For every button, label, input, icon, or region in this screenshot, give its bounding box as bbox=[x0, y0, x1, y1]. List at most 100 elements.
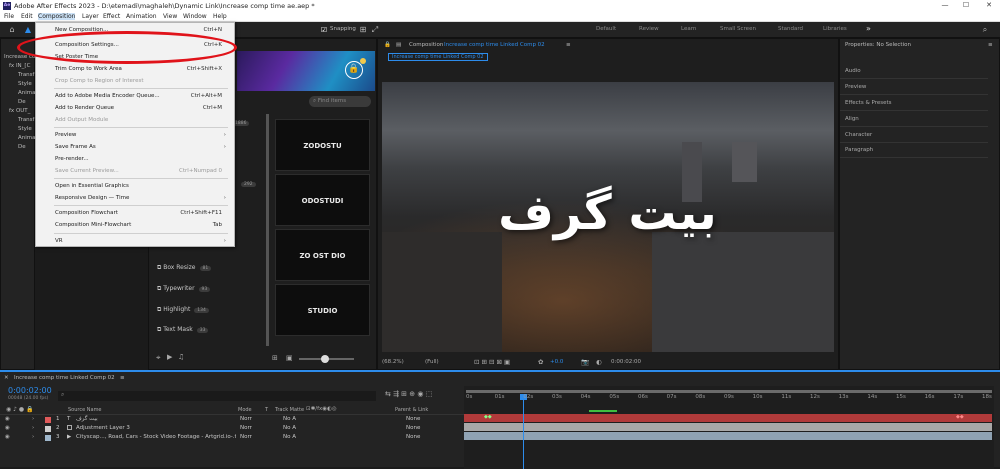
menu-help[interactable]: Help bbox=[213, 13, 227, 20]
menu-layer[interactable]: Layer bbox=[82, 13, 99, 20]
home-icon[interactable]: ⌂ bbox=[7, 25, 17, 35]
expand-icon[interactable]: › bbox=[32, 425, 34, 431]
timeline-tab[interactable]: Increase comp time Linked Comp 02 bbox=[14, 375, 115, 381]
grid-icon[interactable]: ⊞ bbox=[272, 354, 278, 362]
layer-name[interactable]: بیت گرف bbox=[76, 416, 98, 422]
menu-item-vr[interactable]: VR › bbox=[55, 236, 226, 247]
layer-track-matte[interactable]: No A bbox=[283, 425, 296, 431]
eye-icon[interactable]: ◉ bbox=[5, 425, 10, 431]
section-audio[interactable]: Audio bbox=[840, 64, 988, 79]
find-items-input[interactable]: ⌕ Find items bbox=[309, 96, 371, 107]
effect-text-mask[interactable]: ⧉ Text Mask 33 bbox=[157, 326, 209, 334]
exposure-value[interactable]: +0.0 bbox=[550, 359, 563, 365]
composition-name[interactable]: Increase comp time Linked Comp 02 bbox=[444, 42, 545, 48]
project-row[interactable]: Style bbox=[18, 126, 32, 132]
show-snapshot-icon[interactable]: ◐ bbox=[596, 358, 602, 366]
current-time-indicator[interactable] bbox=[523, 394, 524, 469]
menu-animation[interactable]: Animation bbox=[126, 13, 157, 20]
project-row[interactable]: De bbox=[18, 99, 26, 105]
selection-tool-icon[interactable]: ▲ bbox=[23, 25, 33, 35]
project-row[interactable]: Transf bbox=[18, 117, 34, 123]
panel-menu-icon[interactable]: ≡ bbox=[566, 42, 571, 48]
music-icon[interactable]: ♫ bbox=[178, 353, 184, 361]
scrollbar[interactable] bbox=[266, 114, 269, 346]
col-track-matte[interactable]: Track Matte bbox=[275, 407, 304, 413]
menu-item-responsive-design-time[interactable]: Responsive Design — Time › bbox=[55, 193, 226, 204]
effect-box-resize[interactable]: ⧉ Box Resize 81 bbox=[157, 264, 212, 272]
workspace-libraries[interactable]: Libraries bbox=[823, 26, 847, 32]
work-area-bar[interactable] bbox=[466, 390, 992, 393]
workspace-learn[interactable]: Learn bbox=[681, 26, 696, 32]
section-effects-presets[interactable]: Effects & Presets bbox=[840, 96, 988, 111]
snapshot-icon[interactable]: 📷 bbox=[581, 358, 589, 366]
workspace-small-screen[interactable]: Small Screen bbox=[720, 26, 756, 32]
workspace-review[interactable]: Review bbox=[639, 26, 659, 32]
image-icon[interactable]: ▣ bbox=[286, 354, 293, 362]
workspace-default[interactable]: Default bbox=[596, 26, 616, 32]
workspace-standard[interactable]: Standard bbox=[778, 26, 803, 32]
section-align[interactable]: Align bbox=[840, 112, 988, 127]
layer-track-matte[interactable]: No A bbox=[283, 416, 296, 422]
effect-highlight[interactable]: ⧉ Highlight 134 bbox=[157, 306, 209, 314]
maximize-button[interactable]: ☐ bbox=[959, 1, 973, 11]
layer-mode[interactable]: Norr bbox=[240, 425, 252, 431]
menu-composition[interactable]: Composition bbox=[38, 13, 76, 20]
project-row[interactable]: Anima bbox=[18, 135, 36, 141]
snap-options-icon[interactable]: ⊞ bbox=[358, 25, 368, 35]
menu-edit[interactable]: Edit bbox=[21, 13, 33, 20]
comp-timecode[interactable]: 0:00:02:00 bbox=[611, 359, 641, 365]
expand-icon[interactable]: › bbox=[32, 434, 34, 440]
layer-name[interactable]: Adjustment Layer 3 bbox=[76, 425, 130, 431]
layer-bar-3[interactable] bbox=[464, 432, 992, 440]
menu-item-save-frame-as[interactable]: Save Frame As › bbox=[55, 142, 226, 153]
size-slider-handle[interactable] bbox=[321, 355, 329, 363]
menu-item-open-in-essential-graphics[interactable]: Open in Essential Graphics bbox=[55, 181, 222, 192]
preview-card[interactable]: ZODOSTU bbox=[275, 119, 370, 171]
section-character[interactable]: Character bbox=[840, 128, 988, 143]
menu-item-trim-comp-to-work-area[interactable]: Trim Comp to Work Area Ctrl+Shift+X bbox=[55, 64, 222, 75]
preview-card[interactable]: STUDIO bbox=[275, 284, 370, 336]
preview-card[interactable]: ZO OST DIO bbox=[275, 229, 370, 281]
menu-item-composition-flowchart[interactable]: Composition Flowchart Ctrl+Shift+F11 bbox=[55, 208, 222, 219]
eye-icon[interactable]: ◉ bbox=[5, 416, 10, 422]
col-t[interactable]: T bbox=[265, 407, 268, 413]
menu-item-composition-mini-flowchart[interactable]: Composition Mini-Flowchart Tab bbox=[55, 220, 222, 231]
menu-item-preview[interactable]: Preview › bbox=[55, 130, 226, 141]
layer-parent[interactable]: None bbox=[406, 434, 420, 440]
preview-card[interactable]: ODOSTUDI bbox=[275, 174, 370, 226]
target-icon[interactable]: ⌖ bbox=[156, 353, 161, 363]
eye-icon[interactable]: ◉ bbox=[5, 434, 10, 440]
project-row[interactable]: fx IN_[C bbox=[9, 63, 30, 69]
lock-icon[interactable]: 🔒 bbox=[384, 42, 391, 48]
panel-menu-icon[interactable]: ≡ bbox=[120, 375, 125, 381]
resolution-select[interactable]: (Full) bbox=[425, 359, 439, 365]
col-mode[interactable]: Mode bbox=[238, 407, 252, 413]
project-row[interactable]: fx OUT_ bbox=[9, 108, 30, 114]
menu-item-add-to-adobe-media-encoder-queue[interactable]: Add to Adobe Media Encoder Queue... Ctrl+… bbox=[55, 91, 222, 102]
keyframes[interactable]: ◆◆ bbox=[484, 414, 498, 422]
project-row[interactable]: Anima bbox=[18, 90, 36, 96]
label-color[interactable] bbox=[45, 426, 51, 432]
layer-parent[interactable]: None bbox=[406, 425, 420, 431]
play-icon[interactable]: ▶ bbox=[167, 353, 172, 361]
layer-bar-1[interactable] bbox=[464, 414, 992, 422]
keyframes[interactable]: ◆◆ bbox=[956, 414, 970, 422]
close-tab-icon[interactable]: ✕ bbox=[4, 375, 9, 381]
snapping-checkbox[interactable]: ☑ bbox=[319, 25, 329, 35]
color-icon[interactable]: ✿ bbox=[538, 358, 543, 366]
col-source-name[interactable]: Source Name bbox=[68, 407, 102, 413]
expand-icon[interactable]: › bbox=[32, 416, 34, 422]
layer-track-matte[interactable]: No A bbox=[283, 434, 296, 440]
view-toggles[interactable]: ⊡ ⊞ ⊟ ⊠ ▣ bbox=[474, 358, 510, 366]
timeline-switches[interactable]: ⇆ ⇶ ⊞ ⊕ ◉ ⬚ bbox=[385, 390, 432, 398]
layer-parent[interactable]: None bbox=[406, 416, 420, 422]
label-color[interactable] bbox=[45, 417, 51, 423]
cart-icon[interactable]: 🔒 bbox=[345, 61, 363, 79]
section-paragraph[interactable]: Paragraph bbox=[840, 143, 988, 158]
menu-file[interactable]: File bbox=[4, 13, 14, 20]
menu-view[interactable]: View bbox=[163, 13, 177, 20]
timeline-timecode[interactable]: 0:00:02:00 bbox=[8, 386, 52, 395]
layer-name[interactable]: Cityscap..., Road, Cars - Stock Video Fo… bbox=[76, 434, 236, 440]
col-parent-link[interactable]: Parent & Link bbox=[395, 407, 428, 413]
layer-bar-2[interactable] bbox=[464, 423, 992, 431]
